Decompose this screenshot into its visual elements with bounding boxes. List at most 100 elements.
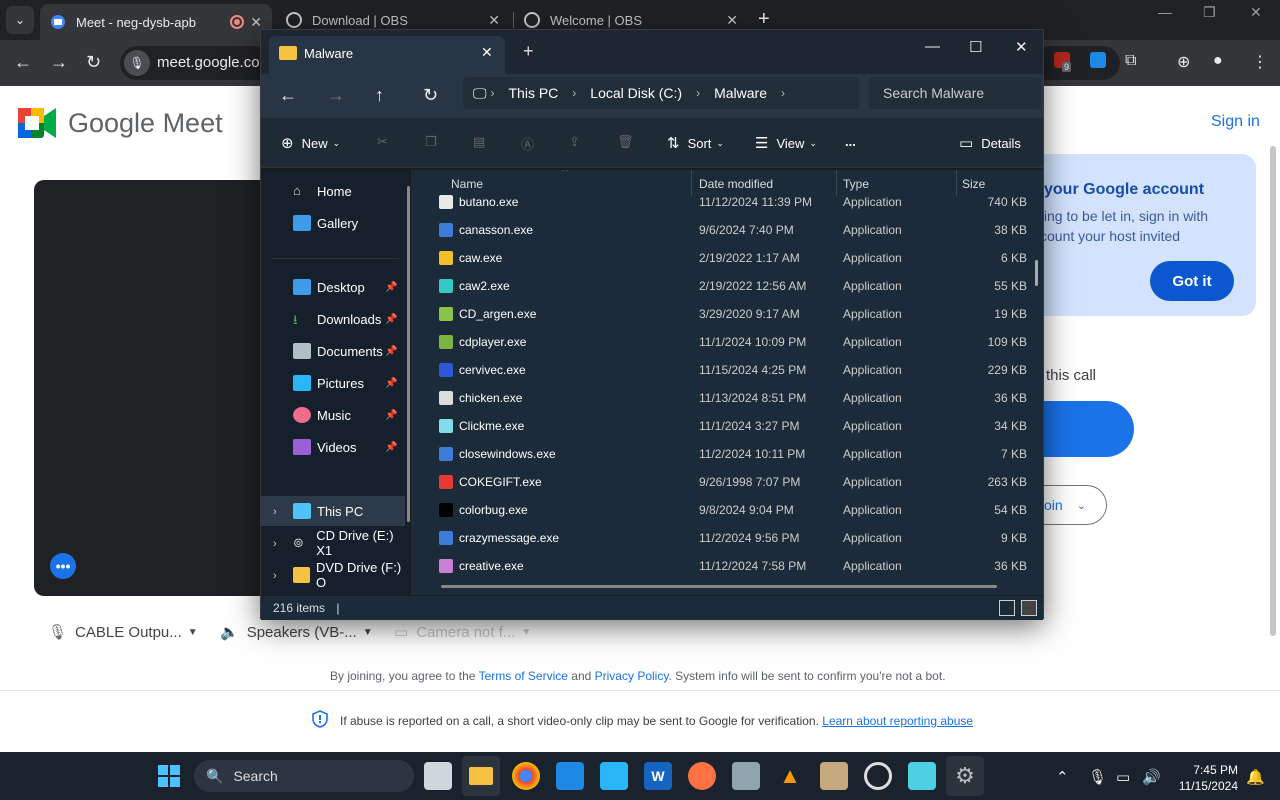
cut-icon[interactable]: ✂ (377, 134, 388, 150)
notification-bell-icon[interactable]: 🔔 (1246, 768, 1265, 786)
microphone-select[interactable]: 🎙 CABLE Outpu... ▼ (48, 623, 198, 642)
sidebar-scrollbar[interactable] (407, 186, 410, 522)
got-it-button[interactable]: Got it (1150, 261, 1234, 301)
close-icon[interactable]: ✕ (481, 44, 493, 61)
camera-select[interactable]: ▭ Camera not f... ▼ (394, 623, 531, 642)
new-tab-button[interactable]: + (758, 8, 770, 31)
breadcrumb-local-disk[interactable]: Local Disk (C:) (590, 85, 682, 101)
learn-about-reporting-abuse-link[interactable]: Learn about reporting abuse (822, 714, 973, 728)
file-row[interactable]: closewindows.exe 11/2/2024 10:11 PM Applic… (411, 440, 1031, 468)
close-window-icon[interactable]: ✕ (1015, 38, 1028, 56)
sidebar-item-downloads[interactable]: ⭳ Downloads 📌 (293, 306, 397, 332)
sidebar-item-gallery[interactable]: Gallery (293, 210, 358, 236)
file-row[interactable]: cervivec.exe 11/15/2024 4:25 PM Applicatio… (411, 356, 1031, 384)
tab-meet[interactable]: Meet - neg-dysb-apb ✕ (40, 4, 272, 40)
obs-icon[interactable] (864, 762, 892, 790)
sidebar-item-cd-drive[interactable]: ⊚ CD Drive (E:) X1 (293, 528, 409, 558)
privacy-policy-link[interactable]: Privacy Policy (595, 669, 669, 683)
more-options-icon[interactable]: ••• (50, 553, 76, 579)
sidebar-item-pictures[interactable]: Pictures 📌 (293, 370, 397, 396)
file-row[interactable]: creative.exe 11/12/2024 7:58 PM Applicatio… (411, 552, 1031, 580)
sidebar-item-desktop[interactable]: Desktop 📌 (293, 274, 397, 300)
sign-in-link[interactable]: Sign in (1211, 113, 1260, 131)
search-input[interactable]: Search Malware (869, 77, 1041, 109)
refresh-icon[interactable]: ↻ (423, 85, 438, 106)
minimize-icon[interactable]: — (925, 38, 940, 55)
paste-icon[interactable]: ▤ (473, 134, 485, 150)
breadcrumb-this-pc[interactable]: This PC (509, 85, 559, 101)
sidebar-item-videos[interactable]: Videos 📌 (293, 434, 397, 460)
firefox-icon[interactable] (688, 762, 716, 790)
puzzle-icon[interactable]: ⧉ (1125, 52, 1136, 70)
settings-icon[interactable]: ⚙ (946, 756, 984, 796)
forward-icon[interactable]: → (327, 85, 345, 106)
terms-of-service-link[interactable]: Terms of Service (479, 669, 568, 683)
sidebar-item-dvd-drive[interactable]: DVD Drive (F:) O (293, 560, 409, 590)
extension-f-icon[interactable] (1090, 52, 1106, 73)
breadcrumb-malware[interactable]: Malware (714, 85, 767, 101)
page-scrollbar[interactable] (1270, 146, 1276, 636)
file-row[interactable]: CD_argen.exe 3/29/2020 9:17 AM Application… (411, 300, 1031, 328)
extension-icon[interactable]: 9 (1054, 52, 1072, 73)
address-breadcrumb[interactable]: 🖵 › This PC › Local Disk (C:) › Malware … (463, 77, 859, 109)
view-button[interactable]: ☰ View ⌄ (755, 134, 817, 152)
download-icon[interactable]: ⊕ (1177, 52, 1190, 72)
delete-icon[interactable]: 🗑 (617, 134, 634, 150)
new-tab-button[interactable]: + (523, 41, 534, 62)
copy-icon[interactable]: ❐ (425, 134, 437, 150)
horizontal-scrollbar[interactable] (441, 585, 997, 588)
rename-icon[interactable]: Ⓐ (521, 134, 534, 153)
close-icon[interactable]: ✕ (726, 12, 738, 29)
file-list-scrollbar[interactable] (1035, 260, 1038, 286)
close-icon[interactable]: ✕ (250, 14, 262, 31)
file-row[interactable]: COKEGIFT.exe 9/26/1998 7:07 PM Application… (411, 468, 1031, 496)
speaker-select[interactable]: 🔈 Speakers (VB-... ▼ (220, 623, 373, 642)
volume-icon[interactable]: 🔊 (1142, 768, 1161, 786)
task-view-icon[interactable] (424, 762, 452, 790)
notepad-icon[interactable] (908, 762, 936, 790)
profile-icon[interactable]: ● (1213, 52, 1223, 70)
maximize-icon[interactable]: ☐ (969, 38, 982, 56)
close-window-icon[interactable]: ✕ (1250, 4, 1262, 21)
tab-search-button[interactable]: ⌄ (6, 6, 34, 34)
share-icon[interactable]: ⇪ (569, 134, 580, 150)
start-button[interactable] (158, 765, 180, 787)
microphone-icon[interactable]: 🎙 (1088, 768, 1107, 786)
restore-icon[interactable]: ❐ (1203, 4, 1216, 21)
archive-icon[interactable] (820, 762, 848, 790)
new-button[interactable]: ⊕ New ⌄ (281, 134, 340, 152)
clock[interactable]: 7:45 PM 11/15/2024 (1172, 762, 1238, 794)
sort-button[interactable]: ⇅ Sort ⌄ (667, 134, 724, 152)
file-explorer-icon[interactable] (462, 756, 500, 796)
explorer-tab[interactable]: Malware ✕ (269, 36, 505, 74)
file-row[interactable]: colorbug.exe 9/8/2024 9:04 PM Application 5… (411, 496, 1031, 524)
minimize-icon[interactable]: — (1158, 4, 1172, 20)
back-icon[interactable]: ← (279, 85, 297, 106)
expand-icon[interactable]: › (273, 570, 277, 582)
control-panel-icon[interactable] (732, 762, 760, 790)
more-options-button[interactable]: ... (845, 134, 856, 149)
back-icon[interactable]: ← (14, 52, 32, 73)
chrome-icon[interactable] (512, 762, 540, 790)
details-view-icon[interactable] (999, 600, 1015, 616)
chevron-up-icon[interactable]: ⌃ (1056, 768, 1069, 786)
close-icon[interactable]: ✕ (488, 12, 500, 29)
expand-icon[interactable]: › (273, 538, 277, 550)
network-icon[interactable]: ▭ (1116, 768, 1130, 786)
sidebar-item-this-pc[interactable]: This PC (293, 498, 363, 524)
file-row[interactable]: canasson.exe 9/6/2024 7:40 PM Application 3… (411, 216, 1031, 244)
site-info-icon[interactable]: 🎙 (124, 50, 150, 76)
sidebar-item-home[interactable]: ⌂ Home (293, 178, 352, 204)
file-row[interactable]: cdplayer.exe 11/1/2024 10:09 PM Applicatio… (411, 328, 1031, 356)
file-row[interactable]: crazymessage.exe 11/2/2024 9:56 PM Applica… (411, 524, 1031, 552)
file-row[interactable]: butano.exe 11/12/2024 11:39 PM Application… (411, 188, 1031, 216)
sidebar-item-documents[interactable]: Documents 📌 (293, 338, 397, 364)
word-icon[interactable]: W (644, 762, 672, 790)
large-icons-view-icon[interactable] (1021, 600, 1037, 616)
file-row[interactable]: Clickme.exe 11/1/2024 3:27 PM Application 3… (411, 412, 1031, 440)
file-row[interactable]: caw2.exe 2/19/2022 12:56 AM Application 55 … (411, 272, 1031, 300)
details-button[interactable]: ▭ Details (959, 134, 1021, 152)
file-row[interactable]: caw.exe 2/19/2022 1:17 AM Application 6 KB (411, 244, 1031, 272)
vlc-icon[interactable]: ▲ (776, 762, 804, 790)
menu-icon[interactable]: ⋮ (1252, 52, 1268, 72)
